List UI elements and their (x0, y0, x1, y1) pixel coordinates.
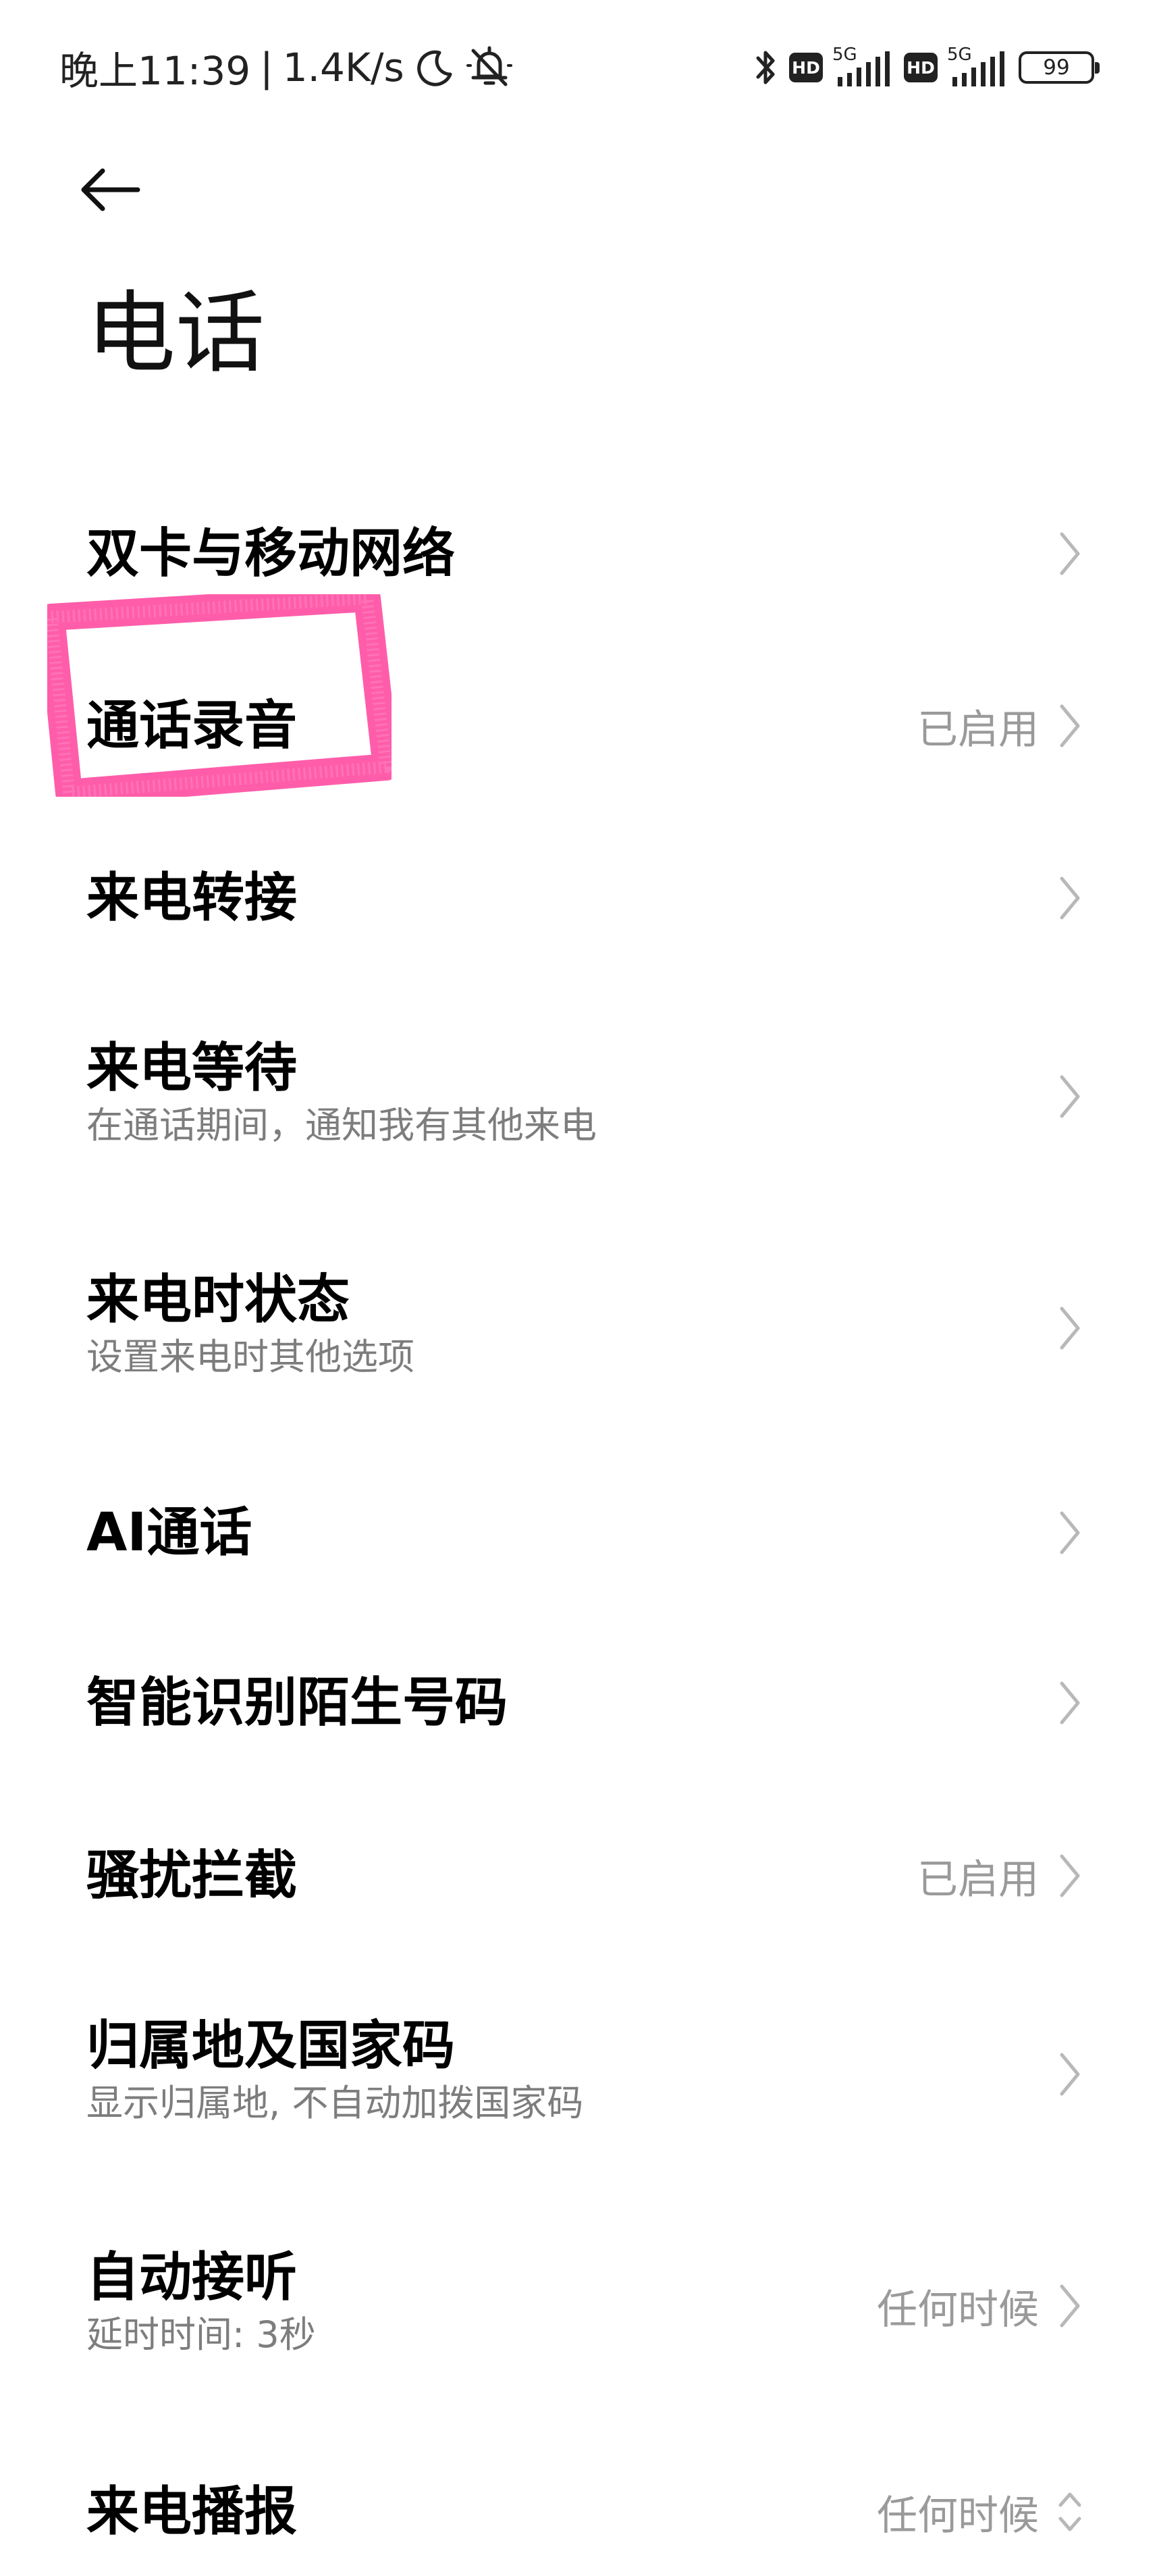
chevron-right-icon (1060, 1307, 1080, 1350)
setting-subtitle: 显示归属地, 不自动加拨国家码 (86, 2082, 584, 2124)
chevron-up-down-icon (1058, 2492, 1081, 2531)
setting-right: 已启用 (917, 699, 1083, 754)
setting-incoming-call-status[interactable]: 来电时状态 设置来电时其他选项 (0, 1266, 1159, 1394)
setting-right (1056, 527, 1083, 581)
setting-text: 来电时状态 设置来电时其他选项 (86, 1266, 414, 1381)
moon-icon (416, 50, 452, 86)
chevron-right-icon (1060, 2053, 1080, 2096)
setting-right (1056, 871, 1083, 925)
setting-text: 双卡与移动网络 (86, 520, 455, 587)
setting-title: 来电播报 (86, 2481, 298, 2542)
status-time: 晚上11:39 (59, 48, 251, 94)
status-speed: 1.4K/s (282, 45, 404, 90)
setting-title: 来电等待 (86, 1038, 298, 1099)
signal-icon-1: 5G (832, 45, 894, 88)
setting-value: 任何时候 (877, 2492, 1039, 2540)
setting-text: 归属地及国家码 显示归属地, 不自动加拨国家码 (86, 2012, 583, 2127)
setting-spam-blocking[interactable]: 骚扰拦截 已启用 (0, 1842, 1159, 1913)
chevron-right-icon (1060, 532, 1080, 575)
setting-title: 来电转接 (86, 868, 298, 928)
setting-title: 通话录音 (86, 695, 298, 756)
setting-text: 来电播报 (86, 2478, 297, 2546)
setting-value: 任何时候 (877, 2286, 1039, 2334)
setting-text: 通话录音 (86, 692, 297, 760)
setting-title: 归属地及国家码 (86, 2016, 456, 2076)
setting-call-recording[interactable]: 通话录音 已启用 (0, 692, 1159, 763)
setting-right (1056, 2047, 1083, 2101)
setting-text: 来电转接 (86, 864, 297, 932)
chevron-right-icon (1060, 876, 1080, 920)
setting-call-waiting[interactable]: 来电等待 在通话期间，通知我有其他来电 (0, 1034, 1159, 1163)
battery-icon: 99 (1019, 51, 1100, 84)
page-title: 电话 (86, 282, 265, 386)
battery-level: 99 (1043, 55, 1070, 80)
setting-ai-call[interactable]: AI通话 (0, 1499, 1159, 1570)
status-bar: 晚上11:39 | 1.4K/s HD 5G HD 5G 99 (0, 0, 1159, 135)
setting-right (1056, 1506, 1083, 1560)
setting-right: 任何时候 (877, 2485, 1083, 2540)
setting-title: 智能识别陌生号码 (86, 1673, 508, 1733)
setting-subtitle: 延时时间: 3秒 (86, 2313, 316, 2356)
status-separator: | (260, 45, 273, 90)
hd-badge-2: HD (904, 53, 938, 82)
status-right: HD 5G HD 5G 99 (753, 41, 1100, 95)
status-left: 晚上11:39 | 1.4K/s (59, 41, 515, 95)
setting-location-country-code[interactable]: 归属地及国家码 显示归属地, 不自动加拨国家码 (0, 2012, 1159, 2140)
setting-text: 智能识别陌生号码 (86, 1669, 508, 1737)
chevron-right-icon (1060, 1681, 1080, 1725)
setting-right (1056, 1070, 1083, 1124)
chevron-right-icon (1060, 1075, 1080, 1118)
setting-value: 已启用 (917, 706, 1039, 754)
chevron-right-icon (1060, 704, 1080, 747)
setting-right: 已启用 (917, 1849, 1083, 1903)
setting-caller-announcement[interactable]: 来电播报 任何时候 (0, 2478, 1159, 2549)
setting-value: 已启用 (917, 1856, 1039, 1903)
chevron-right-icon (1060, 1854, 1080, 1897)
bell-muted-icon (466, 46, 512, 86)
hd-badge-1: HD (789, 53, 823, 82)
setting-right (1056, 1676, 1083, 1730)
setting-text: AI通话 (86, 1499, 252, 1567)
setting-subtitle: 设置来电时其他选项 (86, 1336, 414, 1378)
setting-text: 自动接听 延时时间: 3秒 (86, 2244, 316, 2359)
setting-title: 双卡与移动网络 (86, 523, 456, 584)
setting-call-forwarding[interactable]: 来电转接 (0, 864, 1159, 935)
setting-smart-caller-id[interactable]: 智能识别陌生号码 (0, 1669, 1159, 1740)
setting-title: 来电时状态 (86, 1269, 350, 1330)
chevron-right-icon (1060, 1511, 1080, 1554)
setting-text: 骚扰拦截 (86, 1842, 297, 1910)
back-button[interactable] (76, 153, 157, 227)
setting-title: 自动接听 (86, 2247, 298, 2308)
setting-right (1056, 1301, 1083, 1355)
bluetooth-icon (756, 51, 775, 84)
setting-subtitle: 在通话期间，通知我有其他来电 (86, 1104, 597, 1147)
chevron-right-icon (1060, 2284, 1080, 2328)
signal-icon-2: 5G (947, 45, 1009, 88)
setting-text: 来电等待 在通话期间，通知我有其他来电 (86, 1034, 597, 1149)
setting-right: 任何时候 (877, 2279, 1083, 2334)
setting-title: 骚扰拦截 (86, 1845, 298, 1906)
arrow-left-icon (81, 168, 140, 211)
setting-auto-answer[interactable]: 自动接听 延时时间: 3秒 任何时候 (0, 2244, 1159, 2372)
setting-title: AI通话 (86, 1502, 252, 1563)
setting-dual-sim[interactable]: 双卡与移动网络 (0, 520, 1159, 591)
